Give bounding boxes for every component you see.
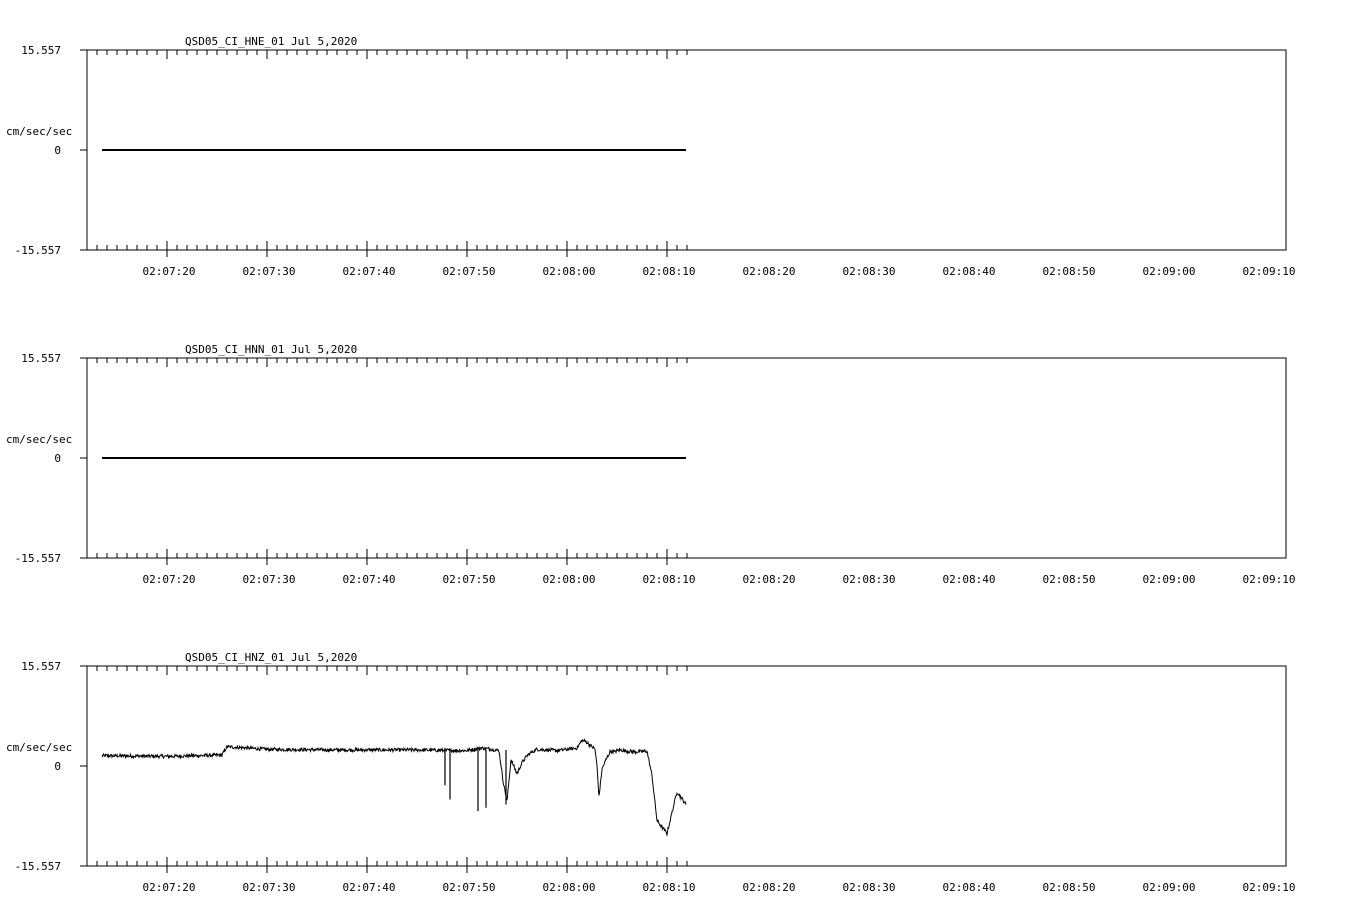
- x-tick-label: 02:07:40: [343, 265, 396, 278]
- x-tick-label: 02:07:30: [243, 265, 296, 278]
- y-axis-label: cm/sec/sec: [6, 125, 72, 138]
- x-tick-label: 02:07:50: [443, 265, 496, 278]
- x-tick-label: 02:08:40: [943, 881, 996, 894]
- x-tick-label: 02:08:00: [543, 881, 596, 894]
- x-tick-label: 02:09:10: [1243, 881, 1296, 894]
- seismogram-panel-2: QSD05_CI_HNN_01 Jul 5,2020 15.557 0 -15.557…: [6, 343, 1295, 586]
- y-tick-label: -15.557: [15, 552, 61, 565]
- y-tick-label: 15.557: [21, 352, 61, 365]
- x-tick-label: 02:08:20: [743, 573, 796, 586]
- y-tick-label: 15.557: [21, 660, 61, 673]
- x-tick-label: 02:07:50: [443, 573, 496, 586]
- x-tick-label: 02:08:10: [643, 573, 696, 586]
- x-tick-label: 02:09:10: [1243, 265, 1296, 278]
- seismogram-panel-3: QSD05_CI_HNZ_01 Jul 5,2020 15.557 0 -15.557…: [6, 651, 1295, 894]
- x-tick-label: 02:08:50: [1043, 265, 1096, 278]
- y-tick-label: 0: [54, 452, 61, 465]
- y-tick-label: 15.557: [21, 44, 61, 57]
- y-tick-label: -15.557: [15, 244, 61, 257]
- x-tick-label: 02:09:00: [1143, 573, 1196, 586]
- x-tick-label: 02:07:40: [343, 573, 396, 586]
- y-tick-label: 0: [54, 144, 61, 157]
- panel-title: QSD05_CI_HNN_01 Jul 5,2020: [185, 343, 357, 356]
- x-tick-label: 02:08:10: [643, 881, 696, 894]
- y-tick-label: -15.557: [15, 860, 61, 873]
- x-tick-label: 02:09:00: [1143, 881, 1196, 894]
- x-tick-label: 02:07:20: [143, 265, 196, 278]
- x-tick-label: 02:08:50: [1043, 573, 1096, 586]
- x-tick-label: 02:08:40: [943, 265, 996, 278]
- panel-title: QSD05_CI_HNZ_01 Jul 5,2020: [185, 651, 357, 664]
- x-tick-label: 02:07:50: [443, 881, 496, 894]
- x-tick-label: 02:08:30: [843, 265, 896, 278]
- x-tick-label: 02:07:20: [143, 573, 196, 586]
- x-tick-label: 02:08:30: [843, 573, 896, 586]
- x-tick-label: 02:09:10: [1243, 573, 1296, 586]
- y-axis-label: cm/sec/sec: [6, 741, 72, 754]
- x-tick-label: 02:08:00: [543, 265, 596, 278]
- x-tick-label: 02:08:10: [643, 265, 696, 278]
- x-tick-label: 02:08:40: [943, 573, 996, 586]
- x-tick-label: 02:08:00: [543, 573, 596, 586]
- x-tick-label: 02:09:00: [1143, 265, 1196, 278]
- plot-frame: [86, 665, 1287, 867]
- x-tick-label: 02:08:20: [743, 265, 796, 278]
- x-tick-label: 02:07:30: [243, 573, 296, 586]
- y-tick-label: 0: [54, 760, 61, 773]
- y-axis-label: cm/sec/sec: [6, 433, 72, 446]
- x-tick-label: 02:07:40: [343, 881, 396, 894]
- x-tick-label: 02:08:50: [1043, 881, 1096, 894]
- x-tick-label: 02:08:30: [843, 881, 896, 894]
- seismogram-canvas: QSD05_CI_HNE_01 Jul 5,2020 15.557 0 -15.557…: [0, 0, 1358, 924]
- x-tick-label: 02:07:30: [243, 881, 296, 894]
- x-tick-label: 02:07:20: [143, 881, 196, 894]
- waveform-trace: [101, 738, 687, 837]
- panel-title: QSD05_CI_HNE_01 Jul 5,2020: [185, 35, 357, 48]
- x-tick-label: 02:08:20: [743, 881, 796, 894]
- seismogram-panel-1: QSD05_CI_HNE_01 Jul 5,2020 15.557 0 -15.557…: [6, 35, 1295, 278]
- seismogram-chart: QSD05_CI_HNE_01 Jul 5,2020 15.557 0 -15.557…: [6, 35, 1295, 894]
